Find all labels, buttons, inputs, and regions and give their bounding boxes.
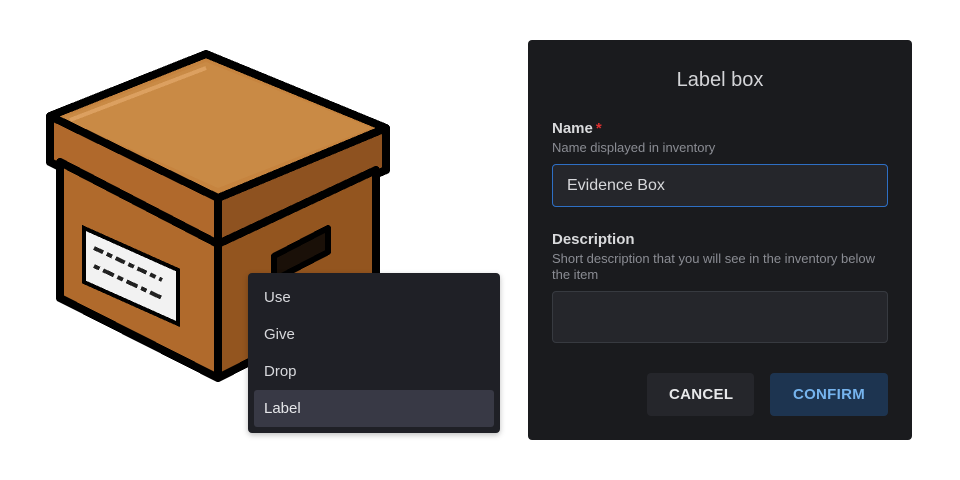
menu-item-drop[interactable]: Drop [254, 353, 494, 390]
stage: Use Give Drop Label Label box Name * Name… [0, 0, 960, 480]
confirm-button[interactable]: CONFIRM [770, 373, 888, 416]
description-field-label: Description [552, 231, 635, 248]
description-field-description: Short description that you will see in t… [552, 251, 876, 282]
name-field-label: Name * [552, 120, 888, 137]
context-menu: Use Give Drop Label [248, 273, 500, 433]
dialog-actions: CANCEL CONFIRM [647, 373, 888, 416]
name-label-text: Name [552, 120, 593, 137]
description-input[interactable] [552, 291, 888, 343]
label-box-dialog: Label box Name * Name displayed in invent… [528, 40, 912, 440]
menu-item-label[interactable]: Label [254, 390, 494, 427]
menu-item-use[interactable]: Use [254, 279, 494, 316]
menu-item-give[interactable]: Give [254, 316, 494, 353]
dialog-title: Label box [676, 69, 764, 91]
cancel-button[interactable]: CANCEL [647, 373, 754, 416]
name-input[interactable] [552, 164, 888, 207]
required-marker: * [595, 120, 602, 137]
name-field-description: Name displayed in inventory [552, 140, 716, 155]
